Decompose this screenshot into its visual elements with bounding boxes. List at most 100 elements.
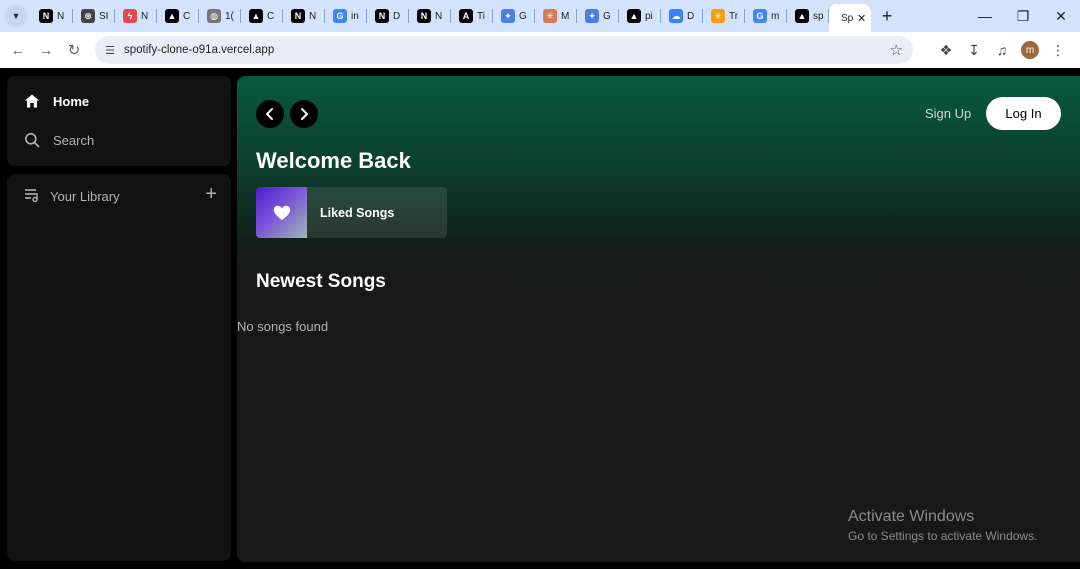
tab-title: 1( (225, 10, 234, 22)
browser-tab[interactable]: ND (367, 0, 409, 32)
library-header[interactable]: Your Library (24, 187, 120, 206)
sidebar-item-home[interactable]: Home (23, 93, 89, 109)
empty-state-message: No songs found (237, 319, 329, 334)
tab-title: Ti (477, 10, 485, 22)
cloud-icon: ☁ (669, 9, 683, 23)
tab-list: N N ⊛ SI ϟ N ▲ C ◍ 1(▲ C N N Gin N D N N A Ti ✦ G ✳ M ✦ G ▲ pi ☁ D ✳ Tr… (31, 0, 871, 32)
reload-icon: ↻ (67, 42, 81, 59)
browser-tab[interactable]: ϟN (115, 0, 157, 32)
search-icon (23, 132, 41, 148)
sidebar-nav: Home Search (7, 76, 231, 166)
browser-tab[interactable]: ▲ pi (619, 0, 661, 32)
browser-tab[interactable]: ☁ D (661, 0, 703, 32)
browser-tab[interactable]: ◍ 1( (199, 0, 241, 32)
plus-icon: + (205, 183, 217, 205)
tab-title: Sp (841, 12, 854, 24)
claude-icon: ✳ (711, 9, 725, 23)
notion-icon: N (39, 9, 53, 23)
page-title: Welcome Back (256, 148, 411, 173)
browser-tab[interactable]: NN (409, 0, 451, 32)
restore-button[interactable]: ❐ (1004, 0, 1042, 32)
browser-tab[interactable]: NN (31, 0, 73, 32)
library-panel: Your Library + (7, 174, 231, 561)
address-bar[interactable]: ☰ spotify-clone-o91a.vercel.app ☆ (95, 36, 913, 64)
browser-tab[interactable]: ✳ M (535, 0, 577, 32)
browser-tab[interactable]: ▲ C (241, 0, 283, 32)
media-control-icon[interactable]: ♫ (988, 36, 1016, 64)
vercel-icon: ▲ (165, 9, 179, 23)
browser-tab[interactable]: ▲ C (157, 0, 199, 32)
globe-icon: ◍ (207, 9, 221, 23)
browser-tab[interactable]: ⊛ SI (73, 0, 115, 32)
url-text[interactable]: spotify-clone-o91a.vercel.app (124, 44, 274, 56)
browser-tab-strip: ▾ N N ⊛ SI ϟ N ▲ C ◍ 1(▲ C N N Gin N D N N A Ti ✦ G ✳ M ✦ G ▲ pi ☁ D ✳… (0, 0, 1080, 32)
back-button[interactable]: ← (4, 36, 32, 64)
close-window-button[interactable]: ✕ (1042, 0, 1080, 32)
nextjs-icon: N (417, 9, 431, 23)
browser-tab[interactable]: Gin (325, 0, 367, 32)
windows-activation-watermark: Activate Windows Go to Settings to activ… (848, 508, 1037, 543)
watermark-subtitle: Go to Settings to activate Windows. (848, 529, 1038, 543)
reload-button[interactable]: ↻ (60, 36, 88, 64)
browser-tab[interactable]: ▲ sp (787, 0, 829, 32)
tab-title: G (519, 10, 527, 22)
notion-icon: N (291, 9, 305, 23)
history-back-button[interactable] (256, 100, 284, 128)
tab-title: in (351, 10, 359, 22)
browser-tab[interactable]: A Ti (451, 0, 493, 32)
window-controls: — ❐ ✕ (966, 0, 1080, 32)
bookmark-star-icon[interactable]: ☆ (890, 41, 903, 59)
browser-tab[interactable]: ✦ G (493, 0, 535, 32)
menu-kebab-icon[interactable]: ⋮ (1044, 36, 1072, 64)
library-icon (24, 187, 40, 206)
notion-icon: N (375, 9, 389, 23)
site-info-icon[interactable]: ☰ (101, 44, 119, 57)
vercel-icon: ▲ (627, 9, 641, 23)
browser-tab[interactable]: NN (283, 0, 325, 32)
tab-search-button[interactable]: ▾ (5, 5, 27, 27)
signup-button[interactable]: Sign Up (925, 106, 971, 121)
tab-title: N (141, 10, 149, 22)
close-tab-icon[interactable]: ✕ (857, 12, 866, 25)
tab-title: D (687, 10, 695, 22)
tab-title: N (435, 10, 443, 22)
watermark-title: Activate Windows (848, 508, 975, 525)
add-to-library-button[interactable]: + (205, 183, 217, 206)
profile-avatar[interactable]: m (1021, 41, 1039, 59)
sidebar-item-search[interactable]: Search (23, 132, 94, 148)
tab-title: N (309, 10, 317, 22)
browser-tab[interactable]: ✦ G (577, 0, 619, 32)
plus-icon: + (881, 5, 893, 26)
home-icon (23, 93, 41, 109)
vercel-icon: ▲ (249, 9, 263, 23)
browser-tab-active[interactable]: Sp ✕ (829, 4, 871, 32)
liked-songs-label: Liked Songs (320, 205, 395, 220)
gemini-icon: ✦ (501, 9, 515, 23)
history-forward-button[interactable] (290, 100, 318, 128)
chevron-down-icon: ▾ (13, 10, 19, 22)
heart-icon (273, 205, 290, 220)
gemini-icon: ✦ (585, 9, 599, 23)
extensions-icon[interactable]: ❖ (932, 36, 960, 64)
liked-songs-art (256, 187, 307, 238)
tab-title: pi (645, 10, 653, 22)
browser-tab[interactable]: Gm (745, 0, 787, 32)
arrow-right-icon: → (38, 41, 54, 59)
forward-button[interactable]: → (32, 36, 60, 64)
google-icon: G (753, 9, 767, 23)
minimize-button[interactable]: — (966, 0, 1004, 32)
browser-toolbar: ← → ↻ ☰ spotify-clone-o91a.vercel.app ☆ … (0, 32, 1080, 68)
login-button[interactable]: Log In (986, 97, 1061, 130)
browser-tab[interactable]: ✳ Tr (703, 0, 745, 32)
main-content: Sign Up Log In Welcome Back Liked Songs … (237, 76, 1080, 562)
tab-title: M (561, 10, 570, 22)
claude-icon: ✳ (543, 9, 557, 23)
google-icon: G (333, 9, 347, 23)
liked-songs-card[interactable]: Liked Songs (256, 187, 447, 238)
arrow-left-icon: ← (10, 41, 26, 59)
tab-title: N (57, 10, 65, 22)
tab-title: SI (99, 10, 109, 22)
new-tab-button[interactable]: + (875, 4, 899, 28)
sidebar-item-label: Search (53, 132, 95, 148)
download-icon[interactable]: ↧ (960, 36, 988, 64)
